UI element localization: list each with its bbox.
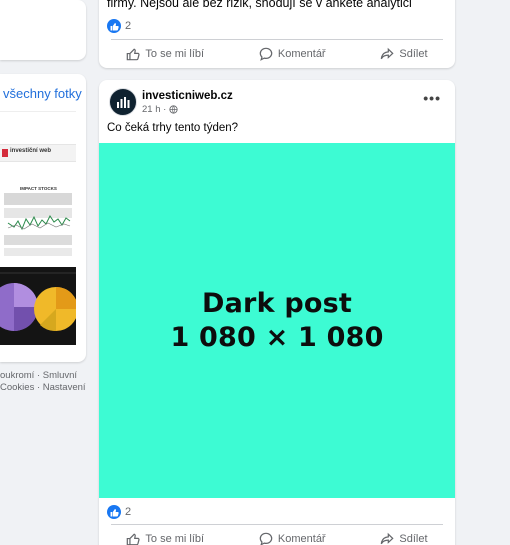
share-label: Sdílet (399, 48, 428, 60)
post-media[interactable]: Dark post 1 080 × 1 080 (99, 143, 455, 498)
thumbnail-banner: investiční web (0, 144, 76, 162)
comment-label: Komentář (277, 533, 326, 545)
share-button[interactable]: Sdílet (380, 532, 428, 545)
photo-thumbnails: investiční web IMPACT STOCKS (0, 111, 76, 345)
like-button[interactable]: To se mi líbí (126, 47, 204, 61)
like-button[interactable]: To se mi líbí (126, 532, 204, 545)
see-all-photos-link[interactable]: všechny fotky (3, 86, 82, 101)
post-header: investicniweb.cz 21 h · (109, 88, 233, 116)
bar-chart-logo-icon (117, 97, 130, 108)
photo-thumbnail[interactable] (0, 267, 76, 345)
like-reaction-icon (107, 19, 121, 33)
reactions-count: 2 (125, 506, 132, 518)
share-button[interactable]: Sdílet (380, 47, 428, 61)
post-actions: To se mi líbí Komentář Sdílet (99, 525, 455, 545)
post-actions: To se mi líbí Komentář Sdílet (99, 40, 455, 68)
footer-line[interactable]: Cookies · Nastavení (0, 382, 86, 394)
footer-line[interactable]: oukromí · Smluvní (0, 370, 86, 382)
stock-chart-graphic (4, 193, 72, 256)
comment-icon (259, 532, 273, 545)
thumbs-up-icon (127, 48, 140, 61)
footer-links: oukromí · Smluvní Cookies · Nastavení (0, 370, 86, 394)
reactions-summary[interactable]: 2 (107, 503, 131, 521)
previous-post-text: firmy. Nejsou ale bez rizik, shodují se … (107, 0, 412, 10)
media-dimensions: 1 080 × 1 080 (170, 321, 384, 353)
comment-button[interactable]: Komentář (259, 47, 326, 61)
reactions-count: 2 (125, 20, 132, 32)
comment-label: Komentář (277, 48, 326, 60)
author-name[interactable]: investicniweb.cz (142, 90, 233, 102)
thumbnail-brand-text: investiční web (10, 148, 52, 154)
like-reaction-icon (107, 505, 121, 519)
share-icon (381, 47, 394, 60)
thumbnail-title: IMPACT STOCKS (20, 186, 57, 191)
like-label: To se mi líbí (145, 48, 205, 60)
like-label: To se mi líbí (145, 533, 205, 545)
comment-icon (259, 47, 273, 61)
share-label: Sdílet (399, 533, 428, 545)
globe-icon (169, 104, 178, 114)
pie-charts-graphic (0, 272, 76, 332)
comment-button[interactable]: Komentář (259, 532, 326, 545)
photo-thumbnail[interactable]: IMPACT STOCKS (0, 181, 76, 267)
author-block: investicniweb.cz 21 h · (142, 90, 233, 115)
media-title: Dark post (202, 287, 352, 319)
brand-mark (2, 149, 8, 157)
reactions-summary[interactable]: 2 (107, 17, 131, 35)
share-icon (381, 532, 394, 545)
previous-post-card: firmy. Nejsou ale bez rizik, shodují se … (99, 0, 455, 68)
post-card: investicniweb.cz 21 h · ••• Co čeká trhy… (99, 80, 455, 545)
thumbs-up-icon (127, 533, 140, 545)
photo-thumbnail[interactable]: investiční web (0, 111, 76, 181)
post-meta: 21 h · (142, 104, 233, 115)
post-time[interactable]: 21 h · (142, 104, 166, 115)
post-text: Co čeká trhy tento týden? (107, 122, 239, 134)
avatar[interactable] (109, 88, 137, 116)
more-options-icon[interactable]: ••• (423, 90, 441, 106)
left-top-card (0, 0, 86, 60)
